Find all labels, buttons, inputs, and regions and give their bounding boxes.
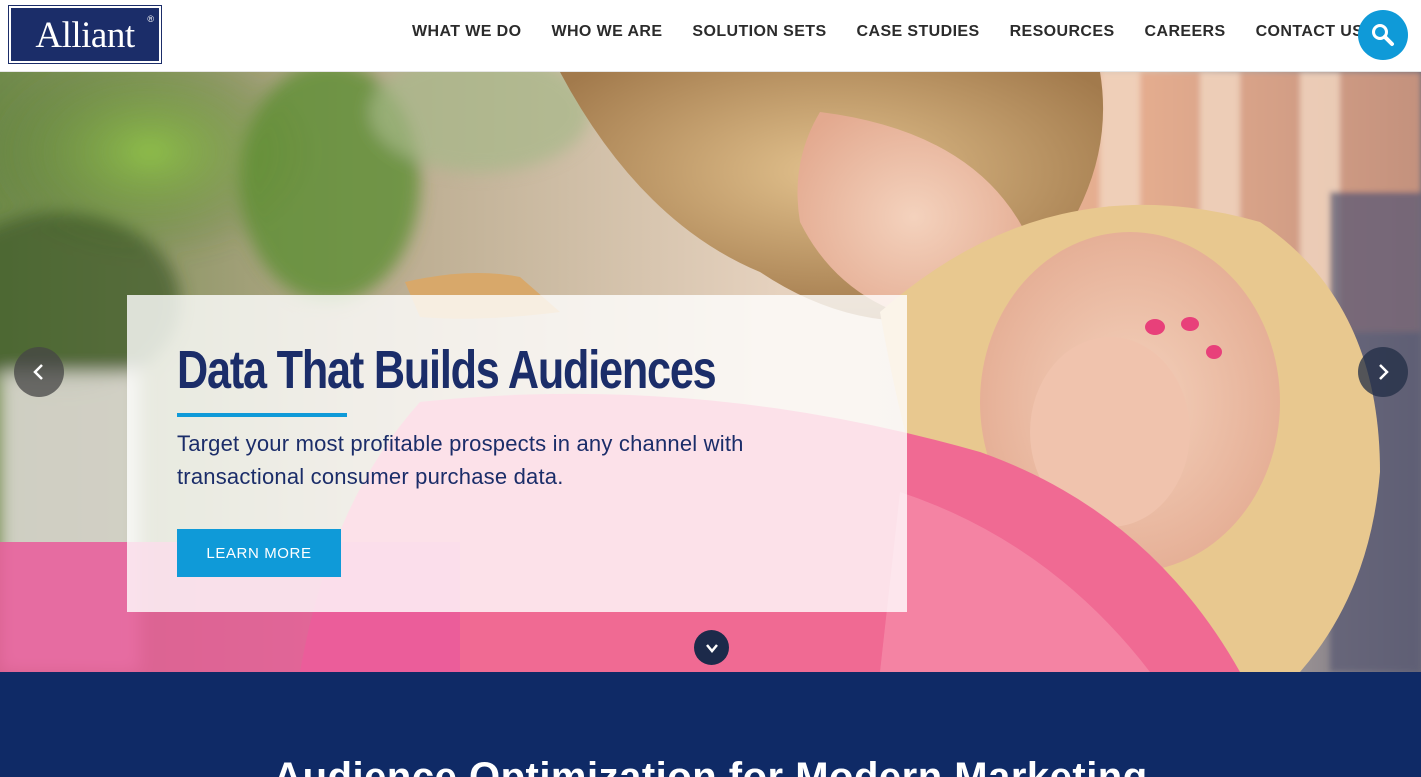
hero-description: Target your most profitable prospects in… — [177, 431, 744, 489]
hero-content-card: Data That Builds Audiences Target your m… — [127, 295, 907, 612]
chevron-down-icon — [705, 643, 718, 653]
nav-item-what-we-do[interactable]: WHAT WE DO — [397, 23, 536, 41]
search-icon — [1372, 24, 1394, 46]
nav-item-who-we-are[interactable]: WHO WE ARE — [536, 23, 677, 41]
hero-title: Data That Builds Audiences — [177, 340, 717, 400]
scroll-down-button[interactable] — [694, 630, 729, 665]
section-title: Audience Optimization for Modern Marketi… — [273, 755, 1148, 777]
site-header: Alliant ® WHAT WE DO WHO WE ARE SOLUTION… — [0, 0, 1421, 72]
audience-optimization-section: Audience Optimization for Modern Marketi… — [0, 672, 1421, 777]
title-underline — [177, 413, 347, 417]
registered-mark: ® — [147, 14, 154, 24]
chevron-left-icon — [33, 364, 43, 380]
nav-item-solution-sets[interactable]: SOLUTION SETS — [677, 23, 841, 41]
main-nav: WHAT WE DO WHO WE ARE SOLUTION SETS CASE… — [397, 0, 1378, 64]
carousel-next-button[interactable] — [1358, 347, 1408, 397]
learn-more-button[interactable]: LEARN MORE — [177, 529, 341, 577]
nav-item-careers[interactable]: CAREERS — [1130, 23, 1241, 41]
logo-wordmark: Alliant — [35, 15, 135, 56]
search-button[interactable] — [1358, 10, 1408, 60]
chevron-right-icon — [1379, 364, 1389, 380]
alliant-logo[interactable]: Alliant ® — [8, 5, 162, 64]
hero-carousel: Data That Builds Audiences Target your m… — [0, 72, 1421, 672]
nav-item-resources[interactable]: RESOURCES — [995, 23, 1130, 41]
carousel-prev-button[interactable] — [14, 347, 64, 397]
nav-item-case-studies[interactable]: CASE STUDIES — [842, 23, 995, 41]
